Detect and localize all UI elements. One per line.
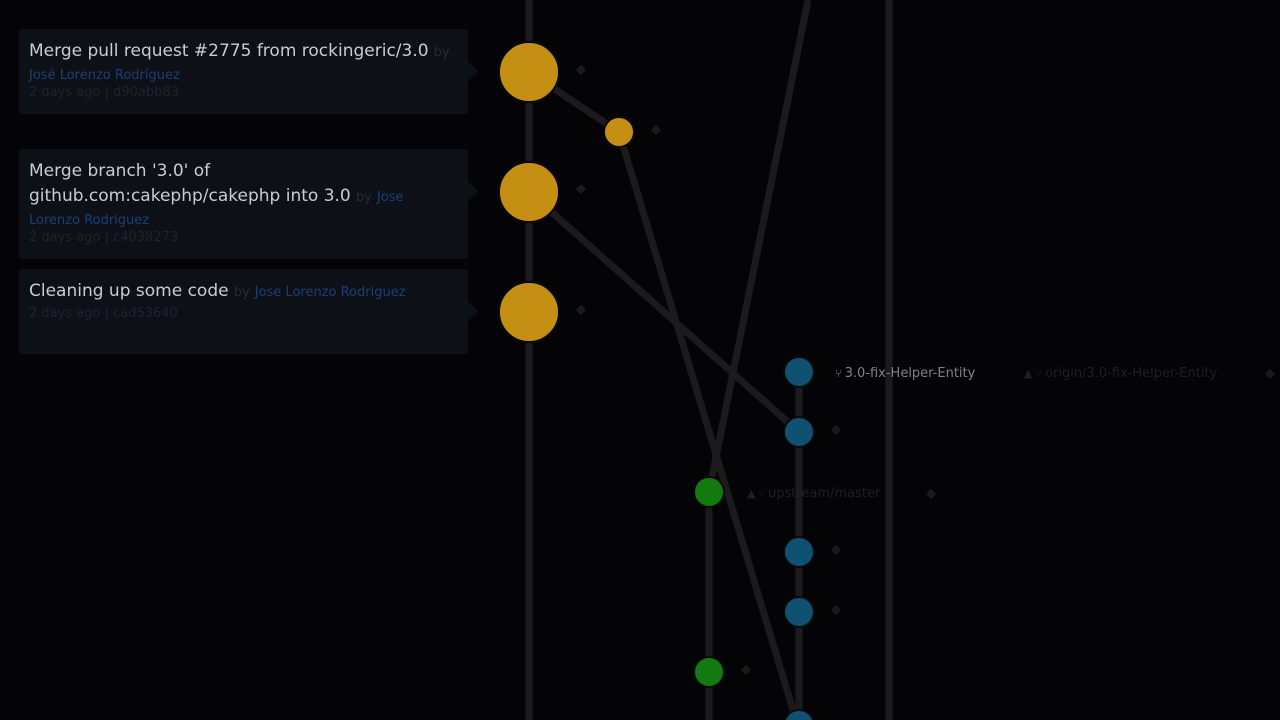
add-tag-icon[interactable]: [831, 545, 841, 555]
branch-label-local[interactable]: ⑂ 3.0-fix-Helper-Entity: [835, 366, 975, 381]
commit-age: 2 days ago: [29, 85, 101, 100]
commit-hash[interactable]: cad53640: [113, 306, 178, 321]
add-tag-icon[interactable]: [576, 305, 586, 315]
add-tag-icon[interactable]: [651, 125, 661, 135]
commit-author[interactable]: Jose Lorenzo Rodriguez: [255, 285, 406, 300]
commit-node[interactable]: [783, 356, 815, 388]
branch-icon: ⑂: [758, 487, 766, 500]
by-label: by: [433, 45, 450, 60]
branch-icon: ⑂: [835, 367, 842, 380]
commit-card[interactable]: Merge branch '3.0' of github.com:cakephp…: [19, 149, 478, 259]
branch-name: origin/3.0-fix-Helper-Entity: [1045, 366, 1218, 381]
commit-card[interactable]: Cleaning up some code by Jose Lorenzo Ro…: [19, 269, 478, 354]
add-tag-icon[interactable]: [1265, 369, 1275, 379]
branch-label-remote[interactable]: ▲ ⑂ origin/3.0-fix-Helper-Entity: [1024, 366, 1217, 381]
commit-node[interactable]: [498, 161, 560, 223]
add-tag-icon[interactable]: [576, 65, 586, 75]
commit-message: Merge pull request #2775 from rockingeri…: [29, 41, 429, 61]
add-tag-icon[interactable]: [926, 489, 936, 499]
commit-card[interactable]: Merge pull request #2775 from rockingeri…: [19, 29, 478, 114]
warning-icon: ▲: [747, 487, 756, 500]
commit-node[interactable]: [498, 41, 560, 103]
commit-node[interactable]: [693, 476, 725, 508]
branch-label-upstream[interactable]: ▲ ⑂ upstream/master: [747, 486, 880, 501]
by-label: by: [355, 190, 372, 205]
commit-node[interactable]: [783, 416, 815, 448]
separator: |: [104, 85, 109, 100]
lane-line: [526, 189, 802, 435]
commit-node[interactable]: [603, 116, 635, 148]
commit-node[interactable]: [498, 281, 560, 343]
commit-node[interactable]: [693, 656, 725, 688]
separator: |: [104, 306, 109, 321]
branch-name: upstream/master: [768, 486, 881, 501]
commit-node[interactable]: [783, 596, 815, 628]
separator: |: [104, 230, 109, 245]
commit-age: 2 days ago: [29, 230, 101, 245]
add-tag-icon[interactable]: [831, 425, 841, 435]
commit-message: Merge branch '3.0' of github.com:cakephp…: [29, 161, 351, 206]
add-tag-icon[interactable]: [741, 665, 751, 675]
commit-node[interactable]: [783, 536, 815, 568]
add-tag-icon[interactable]: [831, 605, 841, 615]
commit-age: 2 days ago: [29, 306, 101, 321]
add-tag-icon[interactable]: [576, 184, 586, 194]
commit-hash[interactable]: d90abb83: [113, 85, 179, 100]
branch-name: 3.0-fix-Helper-Entity: [844, 366, 976, 381]
commit-hash[interactable]: c4038273: [113, 230, 178, 245]
by-label: by: [233, 285, 250, 300]
commit-node[interactable]: [783, 709, 815, 720]
warning-icon: ▲: [1024, 367, 1033, 380]
commit-message: Cleaning up some code: [29, 281, 229, 301]
branch-icon: ⑂: [1035, 367, 1043, 380]
commit-author[interactable]: José Lorenzo Rodríguez: [29, 68, 180, 83]
